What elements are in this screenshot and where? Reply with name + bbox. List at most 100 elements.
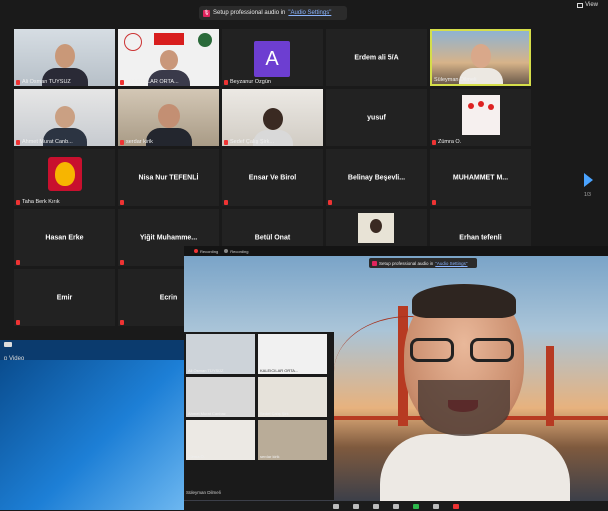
participant-tile[interactable]: Hasan Erke [14,209,115,266]
participant-name [16,320,20,325]
record-dot-icon [224,249,229,253]
inset-participant-name: Ali Osman TÜYSÜZ [188,368,224,373]
participant-tile[interactable]: Ensar Ve Birol [222,149,323,206]
inset-participant-name: Zümra Ö. [188,454,205,459]
participant-name-center: Ensar Ve Birol [248,174,297,181]
participant-tile[interactable]: Zümra Ö. [430,89,531,146]
inset-participant-name: KALEICILAR ORTA... [260,368,299,373]
recording-indicator-secondary: Recording [224,249,248,254]
inset-participant-tile[interactable]: Ahmet Murat Canbaz [186,377,255,417]
mic-muted-icon [328,200,332,205]
participant-video [118,29,219,86]
participant-name [16,260,20,265]
participant-name-center: MUHAMMET M... [452,174,509,181]
participant-tile[interactable]: Belinay Beşevli... [326,149,427,206]
participant-tile[interactable]: Ali Osman TÜYSÜZ [14,29,115,86]
participant-tile[interactable]: A Beyzanur Özgün [222,29,323,86]
record-icon[interactable] [433,503,439,509]
mic-icon[interactable] [333,503,339,509]
participant-tile[interactable]: serdar kirik [118,89,219,146]
participant-tile[interactable]: Sedef Çalış Şirk... [222,89,323,146]
inset-status-bar: Recording Recording [184,246,608,256]
audio-settings-banner[interactable]: 🎙 Setup professional audio in "Audio Set… [199,6,347,20]
mic-muted-icon [120,320,124,325]
participant-name: Ali Osman TÜYSÜZ [16,79,71,85]
participant-name [328,200,332,205]
mic-muted-icon [16,79,20,85]
participant-name: Süleyman Dilmeli [434,77,477,83]
desktop-background [0,360,184,510]
turkish-flag-icon [154,33,184,45]
participant-tile[interactable]: MUHAMMET M... [430,149,531,206]
participant-name-center: Belinay Beşevli... [347,174,406,181]
microphone-icon [372,260,377,266]
galatasaray-logo-icon [48,157,82,191]
audio-settings-link[interactable]: "Audio Settings" [435,261,467,266]
video-icon[interactable] [353,503,359,509]
speaker-hair [412,284,516,318]
speaker-glasses [410,338,518,362]
active-speaker-video [380,284,590,511]
mic-muted-icon [120,79,124,85]
participant-name: Taha Berk Kırık [16,199,60,205]
video-camera-icon[interactable] [4,342,12,347]
inset-meeting-toolbar [184,501,608,511]
participant-video [222,89,323,146]
participant-name-center: Erhan tefenli [459,234,502,241]
tulips-image [462,95,500,135]
banner-text: Setup professional audio in [213,10,286,16]
shared-screen-inset: Recording Recording Setup professional a… [184,246,608,511]
mic-muted-icon [224,79,228,85]
speaker-mouth [448,400,478,412]
school-logo-icon [124,33,142,51]
mic-muted-icon [16,139,20,145]
participant-tile-active-speaker[interactable]: Süleyman Dilmeli [430,29,531,86]
inset-gallery: Ali Osman TÜYSÜZ KALEICILAR ORTA... Ahme… [184,332,334,500]
inset-participant-tile[interactable]: Zümra Ö. [186,420,255,460]
participant-name: KALEICILAR ORTA... [120,79,179,85]
inset-active-speaker-name: Süleyman Dilmeli [186,490,221,495]
participant-video [14,29,115,86]
participant-name: Zümra Ö. [432,139,461,145]
audio-settings-link[interactable]: "Audio Settings" [288,10,331,16]
participant-name-center: yusuf [367,114,386,121]
inset-participant-tile[interactable]: Ali Osman TÜYSÜZ [186,334,255,374]
inset-participant-tile[interactable]: KALEICILAR ORTA... [258,334,327,374]
participant-name-center: Erdem ali 5/A [354,54,399,61]
avatar: A [254,41,290,77]
participant-name [432,200,436,205]
inset-participant-tile[interactable]: Sedef Çalış Şirk [258,377,327,417]
view-label: View [585,2,598,8]
chat-icon[interactable] [393,503,399,509]
audio-settings-banner[interactable]: Setup professional audio in "Audio Setti… [369,258,477,268]
participant-tile[interactable]: Taha Berk Kırık [14,149,115,206]
inset-participant-name: Sedef Çalış Şirk [260,411,289,416]
participants-icon[interactable] [373,503,379,509]
participant-name: Ahmet Murat Canb... [16,139,73,145]
participant-name-center: Hasan Erke [45,234,84,241]
participant-tile[interactable]: Emir [14,269,115,326]
participant-tile[interactable]: Erdem ali 5/A [326,29,427,86]
inset-participant-tile[interactable]: serdar kirik [258,420,327,460]
grid-icon [577,2,584,8]
mic-muted-icon [16,260,20,265]
emblem-icon [198,33,212,47]
share-screen-icon[interactable] [413,503,419,509]
inset-participant-name: Ahmet Murat Canbaz [188,411,226,416]
page-indicator: 1/3 [584,192,591,198]
view-button[interactable]: View [577,2,598,8]
microphone-icon: 🎙 [203,9,210,17]
participant-tile[interactable]: yusuf [326,89,427,146]
participant-name: Beyzanur Özgün [224,79,271,85]
mic-muted-icon [224,200,228,205]
participant-tile[interactable]: Ahmet Murat Canb... [14,89,115,146]
participant-name [224,200,228,205]
end-meeting-icon[interactable] [453,503,459,509]
participant-name-center: Yiğit Muhamme... [139,234,198,241]
participant-tile[interactable]: Nisa Nur TEFENLİ [118,149,219,206]
next-page-arrow-icon[interactable] [584,173,593,187]
participant-tile[interactable]: KALEICILAR ORTA... [118,29,219,86]
participant-video [14,89,115,146]
mic-muted-icon [16,199,20,205]
recording-indicator: Recording [194,249,218,254]
